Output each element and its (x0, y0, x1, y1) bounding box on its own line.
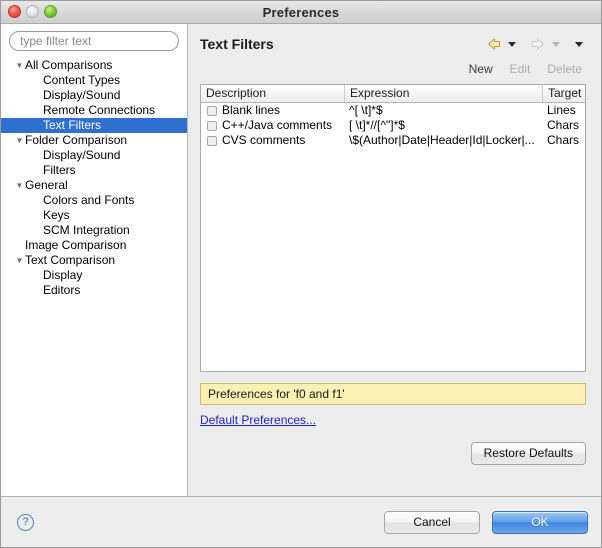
sidebar-item-display-sound[interactable]: Display/Sound (1, 148, 187, 163)
description-text: C++/Java comments (222, 118, 333, 132)
page-header: Text Filters (200, 24, 586, 58)
cell-expression: [ \t]*//[^"]*$ (349, 118, 405, 132)
sidebar-item-image-comparison[interactable]: Image Comparison (1, 238, 187, 253)
column-header-expression[interactable]: Expression (344, 85, 542, 102)
row-checkbox[interactable] (207, 105, 217, 116)
sidebar-item-label: Text Comparison (25, 253, 116, 267)
ok-button[interactable]: OK (492, 510, 588, 534)
sidebar-item-label: Colors and Fonts (43, 193, 135, 207)
window-controls (8, 5, 57, 18)
info-message-text: Preferences for 'f0 and f1' (208, 387, 345, 401)
sidebar-item-label: Folder Comparison (25, 133, 128, 147)
row-checkbox[interactable] (207, 120, 217, 131)
chevron-down-icon[interactable] (573, 36, 584, 52)
sidebar-item-scm-integration[interactable]: SCM Integration (1, 223, 187, 238)
sidebar-item-label: Editors (43, 283, 81, 297)
cell-description: Blank lines (201, 103, 344, 118)
zoom-button[interactable] (44, 5, 57, 18)
cell-target: Chars (547, 133, 580, 147)
sidebar-item-label: Keys (43, 208, 70, 222)
info-message-bar: Preferences for 'f0 and f1' (200, 383, 586, 405)
sidebar-item-display[interactable]: Display (1, 268, 187, 283)
sidebar-item-remote-connections[interactable]: Remote Connections (1, 103, 187, 118)
cancel-button[interactable]: Cancel (384, 510, 480, 534)
table-body: Blank lines ^[ \t]*$ Lines C++/Java comment… (201, 103, 585, 371)
help-icon[interactable]: ? (17, 513, 34, 531)
window-title: Preferences (262, 4, 340, 20)
preferences-tree[interactable]: ▼ All Comparisons Content Types Display/Sou… (1, 57, 187, 496)
tree-expand-icon[interactable]: ▼ (14, 58, 25, 73)
table-row[interactable]: CVS comments \$(Author|Date|Header|Id|Loc… (201, 133, 585, 148)
sidebar-item-content-types[interactable]: Content Types (1, 73, 187, 88)
text-filters-table[interactable]: Description Expression Target Blank line… (200, 84, 586, 372)
restore-defaults-button[interactable]: Restore Defaults (470, 442, 586, 465)
cell-expression: ^[ \t]*$ (349, 103, 383, 117)
sidebar-item-label: Filters (43, 163, 76, 177)
description-text: Blank lines (222, 103, 281, 117)
sidebar-item-label: Text Filters (43, 118, 102, 132)
window-title-bar: Preferences (1, 1, 601, 24)
tree-expand-icon[interactable]: ▼ (14, 133, 25, 148)
edit-button: Edit (509, 62, 531, 76)
cell-target: Chars (547, 118, 580, 132)
tree-expand-icon[interactable]: ▼ (14, 253, 25, 268)
cell-description: C++/Java comments (201, 118, 344, 133)
dialog-body: ▼All ComparisonsContent TypesDisplay/Sou… (1, 24, 601, 496)
sidebar-item-editors[interactable]: Editors (1, 283, 187, 298)
dialog-footer: ? Cancel OK (1, 496, 601, 547)
sidebar-item-general[interactable]: ▼ General (1, 178, 187, 193)
table-header-row: Description Expression Target (201, 85, 585, 103)
history-nav (485, 36, 586, 52)
table-action-bar: New Edit Delete (200, 58, 586, 80)
column-header-description[interactable]: Description (201, 85, 344, 102)
table-row[interactable]: C++/Java comments [ \t]*//[^"]*$ Chars (201, 118, 585, 133)
column-header-target[interactable]: Target (542, 85, 585, 102)
cell-expression: \$(Author|Date|Header|Id|Locker|... (349, 133, 535, 147)
preferences-sidebar: ▼All ComparisonsContent TypesDisplay/Sou… (1, 24, 188, 496)
cell-description: CVS comments (201, 133, 344, 148)
sidebar-item-label: SCM Integration (43, 223, 130, 237)
sidebar-item-all-comparisons[interactable]: ▼ All Comparisons (1, 58, 187, 73)
preferences-window: Preferences ▼All ComparisonsContent Type… (0, 0, 602, 548)
sidebar-item-label: Display/Sound (43, 88, 121, 102)
restore-defaults-row: Restore Defaults (200, 442, 586, 465)
forward-arrow-icon (529, 36, 547, 52)
sidebar-item-label: Content Types (43, 73, 121, 87)
cell-target: Lines (547, 103, 576, 117)
sidebar-item-text-filters[interactable]: Text Filters (1, 118, 187, 133)
preferences-main-panel: Text Filters New Edit Delete Description… (188, 24, 601, 496)
back-history-dropdown-icon[interactable] (506, 36, 517, 52)
sidebar-item-folder-comparison[interactable]: ▼ Folder Comparison (1, 133, 187, 148)
forward-history-dropdown-icon (550, 36, 561, 52)
sidebar-item-label: Display/Sound (43, 148, 121, 162)
sidebar-item-label: Remote Connections (43, 103, 156, 117)
sidebar-item-label: Display (43, 268, 83, 282)
row-checkbox[interactable] (207, 135, 217, 146)
sidebar-item-label: Image Comparison (25, 238, 127, 252)
sidebar-item-label: All Comparisons (25, 58, 113, 72)
sidebar-item-label: General (25, 178, 68, 192)
sidebar-item-keys[interactable]: Keys (1, 208, 187, 223)
back-arrow-icon[interactable] (485, 36, 503, 52)
close-button[interactable] (8, 5, 21, 18)
delete-button: Delete (547, 62, 582, 76)
sidebar-item-colors-and-fonts[interactable]: Colors and Fonts (1, 193, 187, 208)
table-row[interactable]: Blank lines ^[ \t]*$ Lines (201, 103, 585, 118)
tree-expand-icon[interactable]: ▼ (14, 178, 25, 193)
new-button[interactable]: New (469, 62, 493, 76)
minimize-button[interactable] (26, 5, 39, 18)
default-preferences-row: Default Preferences... (200, 413, 586, 427)
default-preferences-link[interactable]: Default Preferences... (200, 413, 316, 427)
page-title: Text Filters (200, 36, 274, 52)
footer-buttons: Cancel OK (384, 510, 588, 534)
filter-input[interactable] (9, 31, 179, 51)
sidebar-item-filters[interactable]: Filters (1, 163, 187, 178)
description-text: CVS comments (222, 133, 306, 147)
sidebar-item-text-comparison[interactable]: ▼ Text Comparison (1, 253, 187, 268)
sidebar-item-display-sound[interactable]: Display/Sound (1, 88, 187, 103)
filter-field-wrapper (1, 24, 187, 57)
